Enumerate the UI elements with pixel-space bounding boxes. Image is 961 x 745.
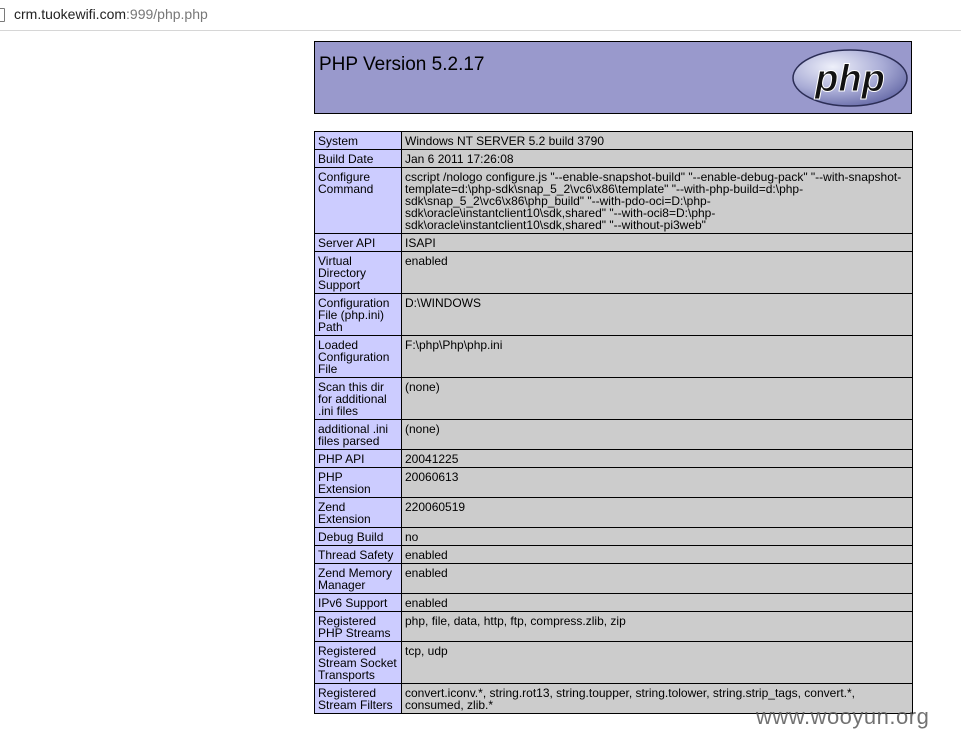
table-row: Configuration File (php.ini) Path D:\WIND… — [314, 293, 913, 336]
row-value: enabled — [401, 593, 913, 612]
row-value: 20041225 — [401, 449, 913, 468]
table-row: Debug Build no — [314, 527, 913, 546]
row-label: Server API — [314, 233, 402, 252]
row-value: D:\WINDOWS — [401, 293, 913, 336]
table-row: IPv6 Support enabled — [314, 593, 913, 612]
table-row: Registered Stream Socket Transports tcp, … — [314, 641, 913, 684]
row-value: enabled — [401, 251, 913, 294]
phpinfo-table: System Windows NT SERVER 5.2 build 3790 Bu… — [314, 131, 913, 714]
row-label: Configure Command — [314, 167, 402, 234]
table-row: additional .ini files parsed (none) — [314, 419, 913, 450]
row-label: Registered Stream Socket Transports — [314, 641, 402, 684]
row-value: ISAPI — [401, 233, 913, 252]
row-label: Loaded Configuration File — [314, 335, 402, 378]
row-value: 220060519 — [401, 497, 913, 528]
table-row: PHP API 20041225 — [314, 449, 913, 468]
row-label: PHP API — [314, 449, 402, 468]
url-text[interactable]: crm.tuokewifi.com:999/php.php — [14, 6, 208, 22]
table-row: Zend Extension 220060519 — [314, 497, 913, 528]
table-row: Thread Safety enabled — [314, 545, 913, 564]
row-label: additional .ini files parsed — [314, 419, 402, 450]
php-logo: php — [792, 49, 908, 107]
row-label: Scan this dir for additional .ini files — [314, 377, 402, 420]
row-value: tcp, udp — [401, 641, 913, 684]
row-label: Registered Stream Filters — [314, 683, 402, 714]
row-value: no — [401, 527, 913, 546]
row-value: cscript /nologo configure.js "--enable-s… — [401, 167, 913, 234]
page-title: PHP Version 5.2.17 — [319, 54, 485, 75]
row-label: Registered PHP Streams — [314, 611, 402, 642]
row-label: Build Date — [314, 149, 402, 168]
row-label: Thread Safety — [314, 545, 402, 564]
table-row: Registered PHP Streams php, file, data, h… — [314, 611, 913, 642]
address-bar[interactable]: crm.tuokewifi.com:999/php.php — [0, 0, 961, 31]
row-value: (none) — [401, 419, 913, 450]
table-row: Configure Command cscript /nologo configu… — [314, 167, 913, 234]
table-row: Virtual Directory Support enabled — [314, 251, 913, 294]
row-value: F:\php\Php\php.ini — [401, 335, 913, 378]
row-label: IPv6 Support — [314, 593, 402, 612]
page-icon — [0, 8, 5, 22]
table-row: PHP Extension 20060613 — [314, 467, 913, 498]
table-row: Loaded Configuration File F:\php\Php\php.… — [314, 335, 913, 378]
row-label: Configuration File (php.ini) Path — [314, 293, 402, 336]
row-value: Jan 6 2011 17:26:08 — [401, 149, 913, 168]
row-label: Zend Memory Manager — [314, 563, 402, 594]
table-row: Build Date Jan 6 2011 17:26:08 — [314, 149, 913, 168]
row-value: Windows NT SERVER 5.2 build 3790 — [401, 131, 913, 150]
phpinfo-header: PHP Version 5.2.17 php — [314, 41, 912, 114]
row-value: enabled — [401, 545, 913, 564]
row-value: (none) — [401, 377, 913, 420]
php-logo-text: php — [814, 58, 885, 100]
row-label: System — [314, 131, 402, 150]
row-value: 20060613 — [401, 467, 913, 498]
row-label: Debug Build — [314, 527, 402, 546]
table-row: Server API ISAPI — [314, 233, 913, 252]
url-path: :999/php.php — [126, 6, 208, 22]
url-host: crm.tuokewifi.com — [14, 6, 127, 22]
table-row: System Windows NT SERVER 5.2 build 3790 — [314, 131, 913, 150]
row-label: Virtual Directory Support — [314, 251, 402, 294]
row-label: Zend Extension — [314, 497, 402, 528]
table-row: Scan this dir for additional .ini files(… — [314, 377, 913, 420]
watermark: www.wooyun.org — [756, 704, 930, 729]
row-value: php, file, data, http, ftp, compress.zli… — [401, 611, 913, 642]
row-value: enabled — [401, 563, 913, 594]
table-row: Zend Memory Manager enabled — [314, 563, 913, 594]
row-label: PHP Extension — [314, 467, 402, 498]
